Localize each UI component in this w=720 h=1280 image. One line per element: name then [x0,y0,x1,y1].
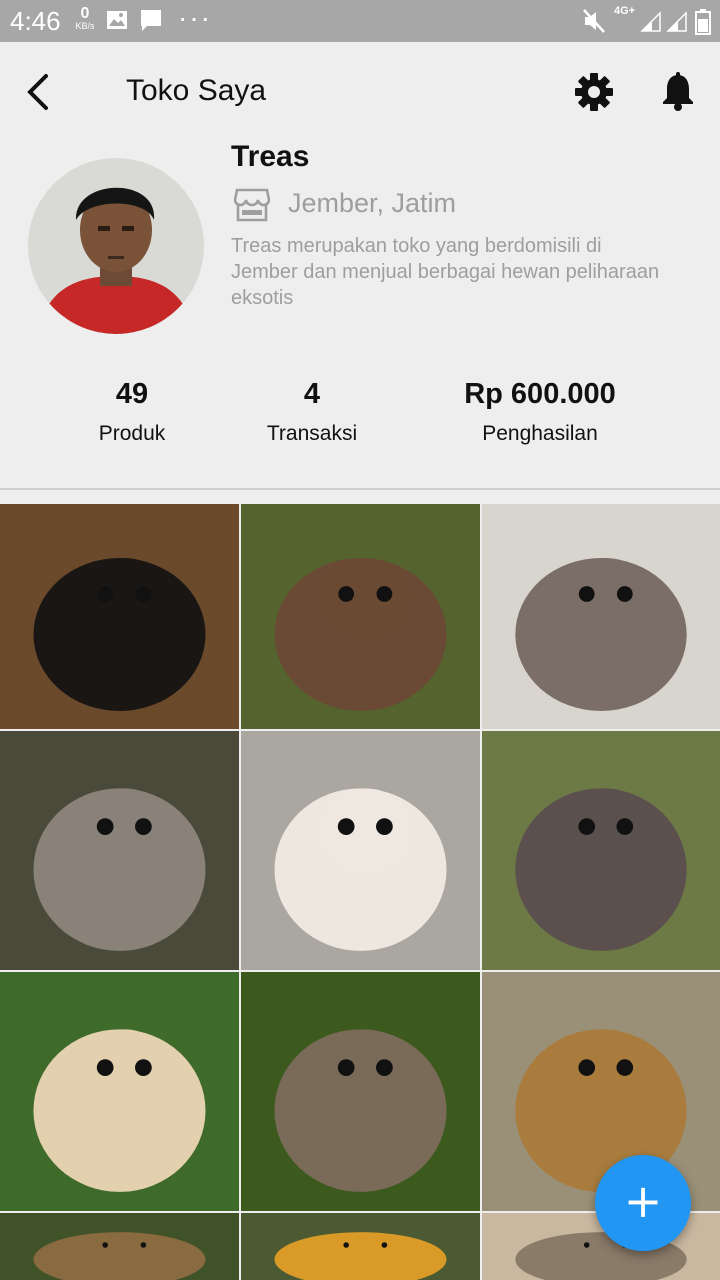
signal-icon [666,9,688,38]
product-thumbnail-hamster[interactable] [241,731,480,970]
battery-icon [695,9,711,40]
image-icon [106,9,128,36]
stat-value: 4 [303,378,321,410]
stat-label: Produk [98,422,166,445]
product-thumbnail-animal-partial[interactable] [0,1213,239,1280]
avatar [28,158,204,334]
more-dots-icon: ··· [178,2,212,33]
message-icon [140,9,162,38]
mute-icon [583,9,605,38]
product-thumbnail-angora-rabbit[interactable] [482,731,720,970]
shop-name: Treas [231,140,310,173]
network-type: 4G+ [614,5,636,17]
stat-penghasilan[interactable]: Rp 600.000 Penghasilan [440,378,640,446]
shop-description: Treas merupakan toko yang berdomisili di… [231,235,660,309]
net-speed: 0 KB/s [72,6,98,31]
page-title: Toko Saya [126,74,267,107]
net-speed-unit: KB/s [75,21,95,31]
back-arrow-icon[interactable] [18,70,58,114]
net-speed-value: 0 [80,5,90,22]
product-thumbnail-gibbons[interactable] [0,972,239,1211]
app-bar: Toko Saya [0,42,720,142]
stat-produk[interactable]: 49 Produk [72,378,192,446]
product-thumbnail-sugar-glider[interactable] [482,504,720,729]
product-thumbnail-tamarin[interactable] [241,1213,480,1280]
store-icon [233,188,271,222]
product-thumbnail-tarsier[interactable] [241,972,480,1211]
product-thumbnail-hedgehog[interactable] [241,504,480,729]
stat-label: Transaksi [266,422,358,445]
gear-icon[interactable] [574,72,614,112]
bell-icon[interactable] [660,72,696,112]
status-bar: 4:46 0 KB/s ··· 4G+ [0,0,720,42]
product-thumbnail-civet[interactable] [0,731,239,970]
stat-value: 49 [115,378,149,410]
status-time: 4:46 [10,6,61,36]
plus-icon: + [623,1174,663,1228]
divider [0,488,720,490]
stat-value: Rp 600.000 [464,378,616,410]
stat-transaksi[interactable]: 4 Transaksi [242,378,382,446]
add-product-button[interactable]: + [595,1155,691,1251]
product-thumbnail-tarantula[interactable] [0,504,239,729]
stat-label: Penghasilan [482,422,598,445]
signal-icon [640,9,662,38]
shop-location: Jember, Jatim [288,188,457,218]
